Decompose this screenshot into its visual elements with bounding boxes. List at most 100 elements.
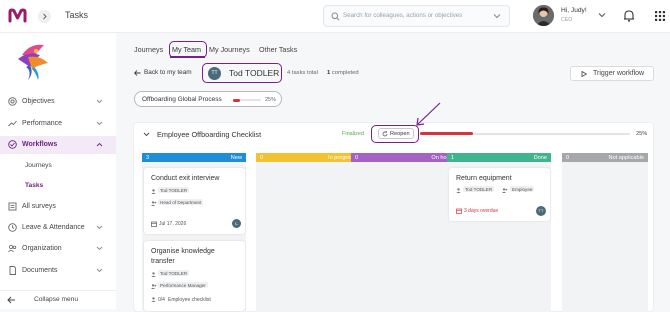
task-title-line2: transfer (151, 258, 175, 265)
task-title: Return equipment (456, 175, 512, 182)
task-assignee: Tod TODLER (158, 187, 190, 193)
column-in-progress (256, 162, 360, 312)
chevron-down-icon[interactable] (493, 13, 501, 19)
user-menu-chevron-icon[interactable] (598, 12, 606, 18)
task-assignee: Tod TODLER (158, 270, 190, 276)
chevron-down-icon (96, 268, 103, 273)
person-icon (151, 272, 156, 277)
user-greeting: Hi, Judy! (561, 7, 587, 14)
task-card-knowledge-transfer[interactable]: Organise knowledge transfer Tod TODLER P… (144, 241, 245, 311)
sidebar-item-workflows[interactable]: Workflows (0, 136, 116, 154)
target-icon (8, 97, 17, 106)
group-icon (151, 284, 157, 289)
task-checklist-count: 0/4 (158, 297, 165, 303)
checklist-progress-fill (420, 132, 473, 135)
task-title-line1: Organise knowledge (151, 248, 215, 255)
task-assignee-avatar: TT (536, 206, 546, 216)
tasks-completed: 1 completed (327, 70, 359, 76)
checklist-status-badge: Finalized (342, 131, 365, 137)
column-header-not-applicable: 0 Not applicable (562, 153, 648, 162)
tab-active-underline (170, 56, 205, 58)
sidebar-item-leave-attendance[interactable]: Leave & Attendance (0, 219, 116, 237)
back-link-label: Back to my team (144, 69, 192, 76)
task-checklist-label: Employee checklist (168, 297, 211, 303)
task-role: Head of Department (158, 199, 204, 205)
sidebar-item-performance[interactable]: Performance (0, 115, 116, 133)
task-card-return-equipment[interactable]: Return equipment Tod TODLER Employee 3 d… (449, 168, 550, 221)
reopen-label: Reopen (390, 131, 410, 137)
check-circle-icon (8, 140, 17, 149)
process-filter-pill[interactable]: Offboarding Global Process 25% (134, 91, 282, 107)
search-input[interactable]: Search for colleagues, actions or object… (323, 5, 510, 27)
user-role: CEO (561, 17, 573, 23)
sidebar-item-label: Workflows (22, 141, 58, 148)
apps-grid-icon[interactable] (655, 11, 665, 21)
column-header-on-hold: 0 On hold (351, 153, 455, 162)
sidebar-item-documents[interactable]: Documents (0, 262, 116, 280)
tab-journeys[interactable]: Journeys (134, 45, 163, 54)
sidebar-item-label: All surveys (22, 203, 56, 210)
task-title: Conduct exit interview (151, 175, 220, 182)
chevron-up-icon (96, 142, 103, 147)
task-assignee: Tod TODLER (463, 186, 495, 192)
document-icon (9, 266, 16, 275)
clock-icon (8, 223, 17, 232)
sidebar-item-label: Leave & Attendance (22, 224, 85, 231)
person-icon (151, 189, 156, 194)
chevron-down-icon[interactable] (143, 132, 150, 137)
chevron-down-icon (96, 225, 103, 230)
bell-icon[interactable] (623, 9, 635, 22)
sidebar-subitem-journeys[interactable]: Journeys (25, 162, 52, 169)
play-icon (581, 71, 587, 77)
arrow-left-icon (7, 296, 15, 304)
task-role: Performance Manager (158, 282, 208, 288)
company-bird-logo (18, 44, 48, 80)
app-logo-icon[interactable] (8, 8, 27, 23)
sidebar-item-label: Organization (22, 245, 62, 252)
collapse-menu-label: Collapse menu (34, 296, 78, 303)
process-label: Offboarding Global Process (142, 96, 222, 103)
sidebar-item-all-surveys[interactable]: All surveys (0, 198, 116, 216)
sidebar: Objectives Performance Workflows Journey… (0, 33, 116, 309)
refresh-icon (382, 131, 388, 137)
task-overdue: 3 days overdue (464, 208, 499, 214)
tab-other-tasks[interactable]: Other Tasks (259, 45, 297, 54)
task-role: Employee (510, 186, 535, 192)
collapse-menu-button[interactable]: Collapse menu (0, 290, 116, 308)
chevron-down-icon (96, 246, 103, 251)
calendar-icon (456, 208, 462, 214)
person-icon (456, 188, 461, 193)
process-progress-label: 25% (265, 96, 277, 103)
task-assignee-avatar: L (232, 219, 241, 228)
chevron-down-icon (96, 121, 103, 126)
chevron-down-icon (96, 99, 103, 104)
sidebar-subitem-tasks[interactable]: Tasks (25, 182, 43, 189)
trigger-workflow-button[interactable]: Trigger workflow (570, 66, 654, 81)
column-header-new: 3 New (142, 153, 246, 162)
task-due-date: Jul 17, 2026 (159, 221, 187, 227)
tasks-total: 4 tasks total (287, 70, 318, 76)
task-card-exit-interview[interactable]: Conduct exit interview Tod TODLER Head o… (144, 168, 245, 234)
checklist-title: Employee Offboarding Checklist (157, 130, 262, 139)
group-icon (151, 201, 157, 206)
calendar-icon (151, 221, 157, 227)
checklist-progress-label: 25% (636, 131, 648, 137)
reopen-button[interactable]: Reopen (378, 128, 414, 139)
employee-avatar: TT (208, 67, 221, 80)
user-avatar[interactable] (533, 5, 554, 26)
search-placeholder: Search for colleagues, actions or object… (343, 12, 463, 19)
column-not-applicable (562, 162, 648, 312)
tab-my-journeys[interactable]: My Journeys (209, 45, 250, 54)
column-header-in-progress: 0 In progress (256, 153, 360, 162)
people-icon (8, 244, 17, 253)
sidebar-toggle-chevron-icon[interactable] (38, 10, 51, 23)
group-icon (502, 188, 508, 193)
process-progress-fill (233, 98, 240, 102)
top-bar: Tasks Search for colleagues, actions or … (0, 0, 670, 33)
column-header-done: 1 Done (447, 153, 551, 162)
sidebar-item-organization[interactable]: Organization (0, 240, 116, 258)
employee-name: Tod TODLER (229, 68, 280, 78)
sidebar-item-label: Documents (22, 267, 58, 274)
sidebar-item-objectives[interactable]: Objectives (0, 93, 116, 111)
trend-icon (8, 120, 17, 127)
